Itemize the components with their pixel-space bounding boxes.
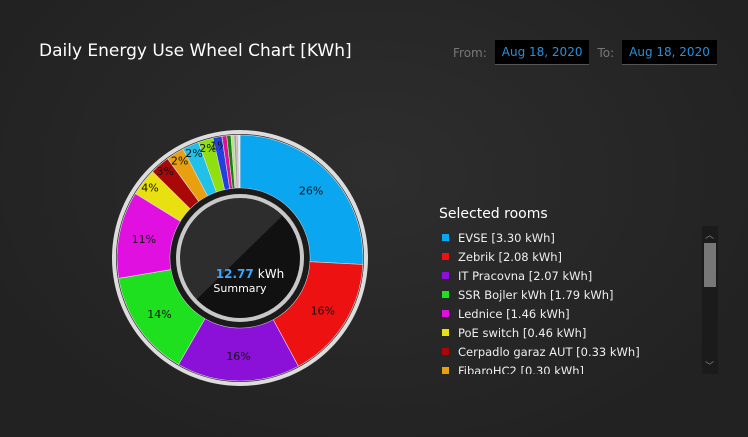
slice-label: 16% <box>226 350 250 363</box>
scroll-down-icon[interactable]: ﹀ <box>705 359 714 372</box>
slice-label: 26% <box>299 185 323 198</box>
legend-item[interactable]: FibaroHC2 [0.30 kWh] <box>439 361 699 374</box>
legend-scrollbar[interactable]: ︿ ﹀ <box>702 226 718 374</box>
legend-label: Lednice [1.46 kWh] <box>458 306 570 321</box>
legend-label: Cerpadlo garaz AUT [0.33 kWh] <box>458 344 640 359</box>
legend-swatch <box>442 348 449 355</box>
legend-swatch <box>442 329 449 336</box>
scroll-up-icon[interactable]: ︿ <box>705 228 714 241</box>
legend-swatch <box>442 367 449 374</box>
slice-label: 14% <box>147 308 171 321</box>
legend-title: Selected rooms <box>439 206 548 222</box>
legend-item[interactable]: Lednice [1.46 kWh] <box>439 304 699 323</box>
legend-swatch <box>442 291 449 298</box>
summary-value-line: 12.77 kWh <box>216 267 284 281</box>
legend-swatch <box>442 253 449 260</box>
slice-label: 11% <box>132 233 156 246</box>
legend-swatch <box>442 310 449 317</box>
legend-item[interactable]: PoE switch [0.46 kWh] <box>439 323 699 342</box>
slice-label: 16% <box>311 304 335 317</box>
legend-item[interactable]: EVSE [3.30 kWh] <box>439 228 699 247</box>
legend-swatch <box>442 234 449 241</box>
legend-label: EVSE [3.30 kWh] <box>458 230 555 245</box>
legend-label: Zebrik [2.08 kWh] <box>458 249 563 264</box>
legend-item[interactable]: Zebrik [2.08 kWh] <box>439 247 699 266</box>
legend-label: IT Pracovna [2.07 kWh] <box>458 268 593 283</box>
legend-swatch <box>442 272 449 279</box>
slice-label: 4% <box>141 181 158 194</box>
legend-item[interactable]: SSR Bojler kWh [1.79 kWh] <box>439 285 699 304</box>
legend-label: PoE switch [0.46 kWh] <box>458 325 587 340</box>
summary-value: 12.77 <box>216 267 254 281</box>
scroll-thumb[interactable] <box>704 243 716 287</box>
legend-label: FibaroHC2 [0.30 kWh] <box>458 363 585 375</box>
legend-label: SSR Bojler kWh [1.79 kWh] <box>458 287 614 302</box>
summary-unit: kWh <box>258 267 284 281</box>
legend-item[interactable]: IT Pracovna [2.07 kWh] <box>439 266 699 285</box>
summary-label: Summary <box>213 282 267 295</box>
legend-list[interactable]: EVSE [3.30 kWh] Zebrik [2.08 kWh] IT Praco… <box>439 228 699 374</box>
legend-item[interactable]: Cerpadlo garaz AUT [0.33 kWh] <box>439 342 699 361</box>
